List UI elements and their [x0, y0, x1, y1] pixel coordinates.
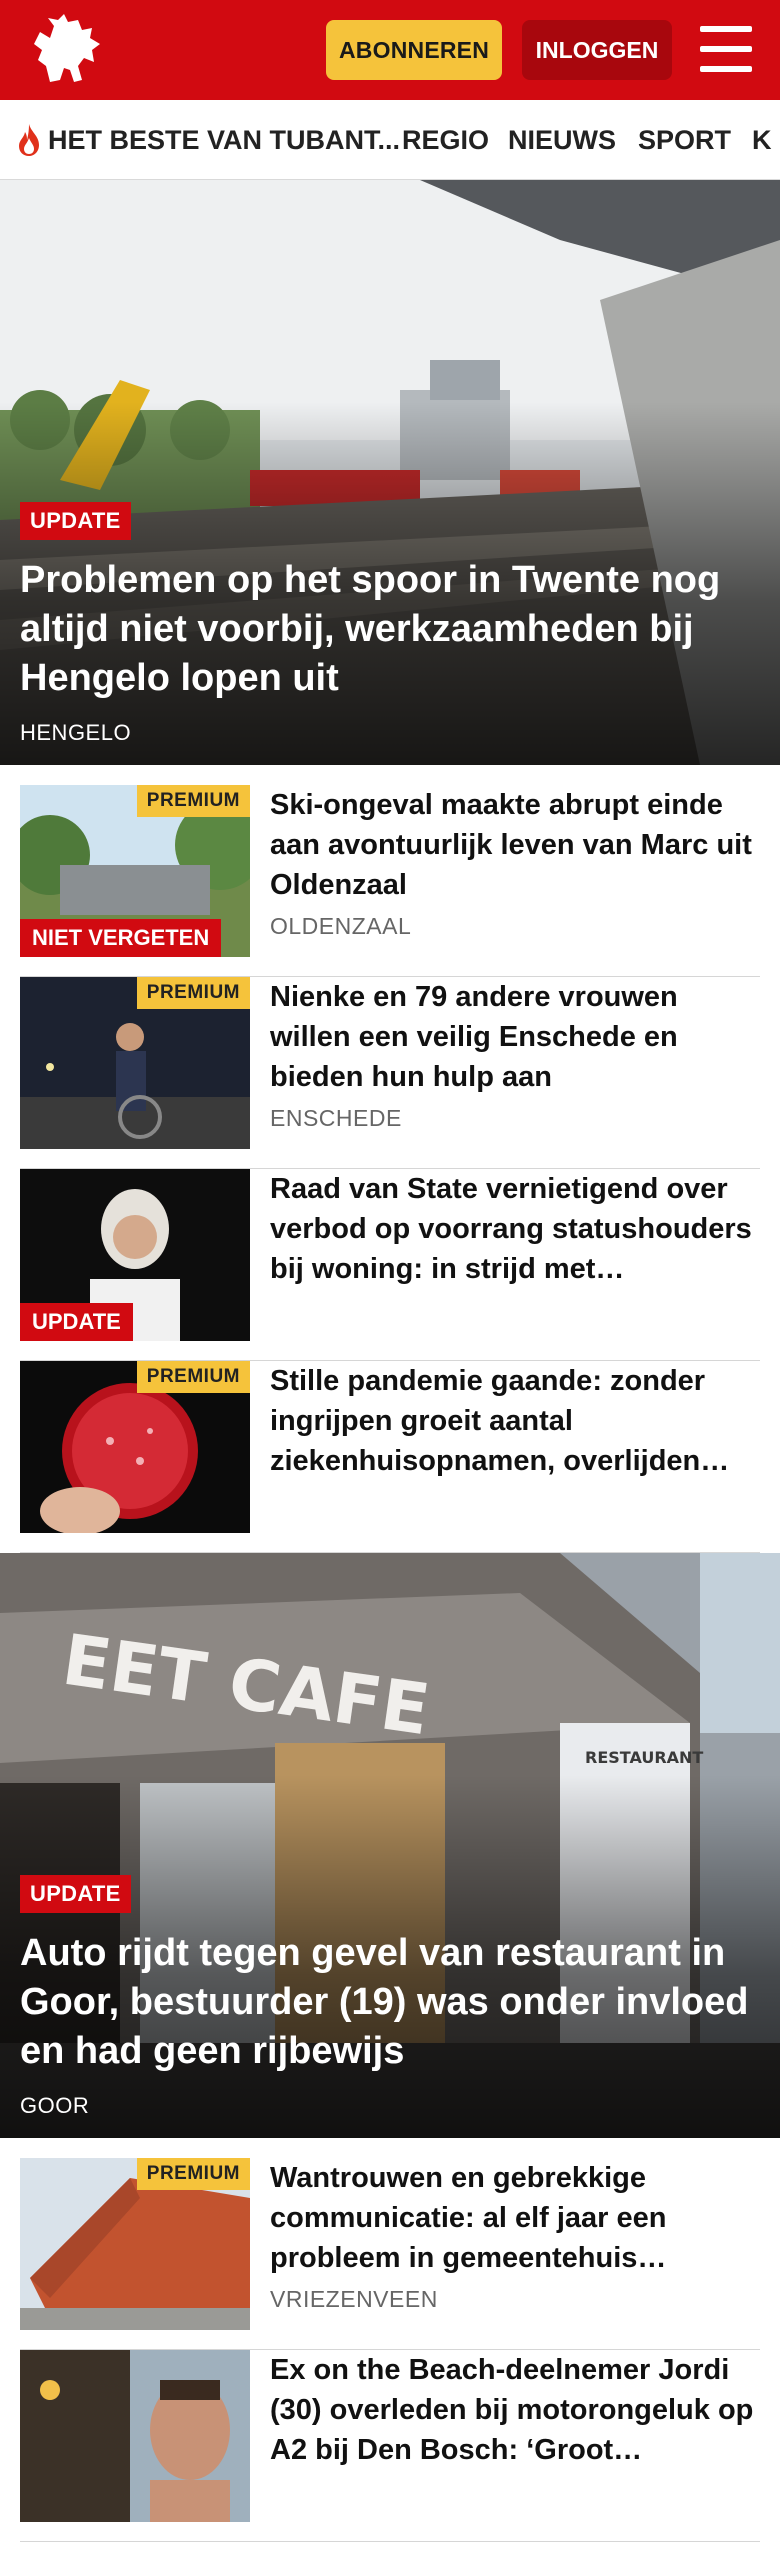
list-item[interactable]: Ex on the Beach-deelnemer Jordi (30) ove… [20, 2350, 760, 2542]
article-title[interactable]: Stille pandemie gaande: zonder ingrijpen… [270, 1361, 760, 1481]
list-item[interactable]: PREMIUM Stille pandemie gaande: zonder i… [20, 1361, 760, 1553]
list-item[interactable]: PREMIUM NIET VERGETEN Ski-ongeval maakte… [20, 785, 760, 977]
article-thumbnail: UPDATE [20, 1169, 250, 1341]
premium-badge: PREMIUM [136, 785, 250, 817]
login-button[interactable]: INLOGGEN [522, 20, 672, 80]
nav-item-regio[interactable]: REGIO [402, 100, 489, 179]
article-title[interactable]: Nienke en 79 andere vrouwen willen een v… [270, 977, 760, 1097]
nav-item-label: HET BESTE VAN TUBANT... [48, 124, 401, 155]
premium-badge: PREMIUM [136, 2158, 250, 2190]
list-item[interactable]: PREMIUM Nienke en 79 andere vrouwen will… [20, 977, 760, 1169]
article-title[interactable]: Ex on the Beach-deelnemer Jordi (30) ove… [270, 2350, 760, 2470]
article-title[interactable]: Raad van State vernietigend over verbod … [270, 1169, 760, 1289]
article-title[interactable]: Wantrouwen en gebrekkige communicatie: a… [270, 2158, 760, 2278]
article-thumbnail: PREMIUM [20, 1361, 250, 1533]
list-item[interactable]: UPDATE Raad van State vernietigend over … [20, 1169, 760, 1361]
hamburger-icon[interactable] [700, 26, 752, 72]
hero-article-spoor[interactable]: UPDATE Problemen op het spoor in Twente … [0, 180, 780, 765]
tag-label: NIET VERGETEN [20, 919, 222, 957]
hero-article-goor[interactable]: EET CAFE RESTAURANT UPDATE Auto rijdt te… [0, 1553, 780, 2138]
flame-icon [19, 124, 39, 156]
nav-item-more[interactable]: K [752, 100, 772, 179]
article-thumbnail [20, 2350, 250, 2522]
subscribe-button[interactable]: ABONNEREN [326, 20, 502, 80]
article-location: OLDENZAAL [270, 913, 412, 939]
hero-location: HENGELO [20, 720, 132, 745]
article-thumbnail: PREMIUM NIET VERGETEN [20, 785, 250, 957]
article-thumbnail: PREMIUM [20, 2158, 250, 2330]
article-thumbnail: PREMIUM [20, 977, 250, 1149]
hero-title[interactable]: Problemen op het spoor in Twente nog alt… [20, 556, 765, 703]
tubantia-horse-logo[interactable] [20, 10, 106, 90]
nav-item-sport[interactable]: SPORT [638, 100, 731, 179]
article-location: VRIEZENVEEN [270, 2286, 438, 2312]
update-badge: UPDATE [20, 502, 131, 540]
list-item[interactable]: PREMIUM Wantrouwen en gebrekkige communi… [20, 2158, 760, 2350]
update-badge: UPDATE [20, 1875, 131, 1913]
section-nav: HET BESTE VAN TUBANT... REGIO NIEUWS SPO… [0, 100, 780, 180]
tag-label: UPDATE [20, 1303, 133, 1341]
restaurant-sign: RESTAURANT [585, 1748, 703, 1767]
premium-badge: PREMIUM [136, 1361, 250, 1393]
nav-item-best-of[interactable]: HET BESTE VAN TUBANT... [16, 100, 401, 179]
hero-title[interactable]: Auto rijdt tegen gevel van restaurant in… [20, 1929, 765, 2076]
nav-item-nieuws[interactable]: NIEUWS [508, 100, 616, 179]
hero-location: GOOR [20, 2093, 90, 2118]
article-location: ENSCHEDE [270, 1105, 402, 1131]
premium-badge: PREMIUM [136, 977, 250, 1009]
article-title[interactable]: Ski-ongeval maakte abrupt einde aan avon… [270, 785, 760, 905]
top-header: ABONNEREN INLOGGEN [0, 0, 780, 100]
